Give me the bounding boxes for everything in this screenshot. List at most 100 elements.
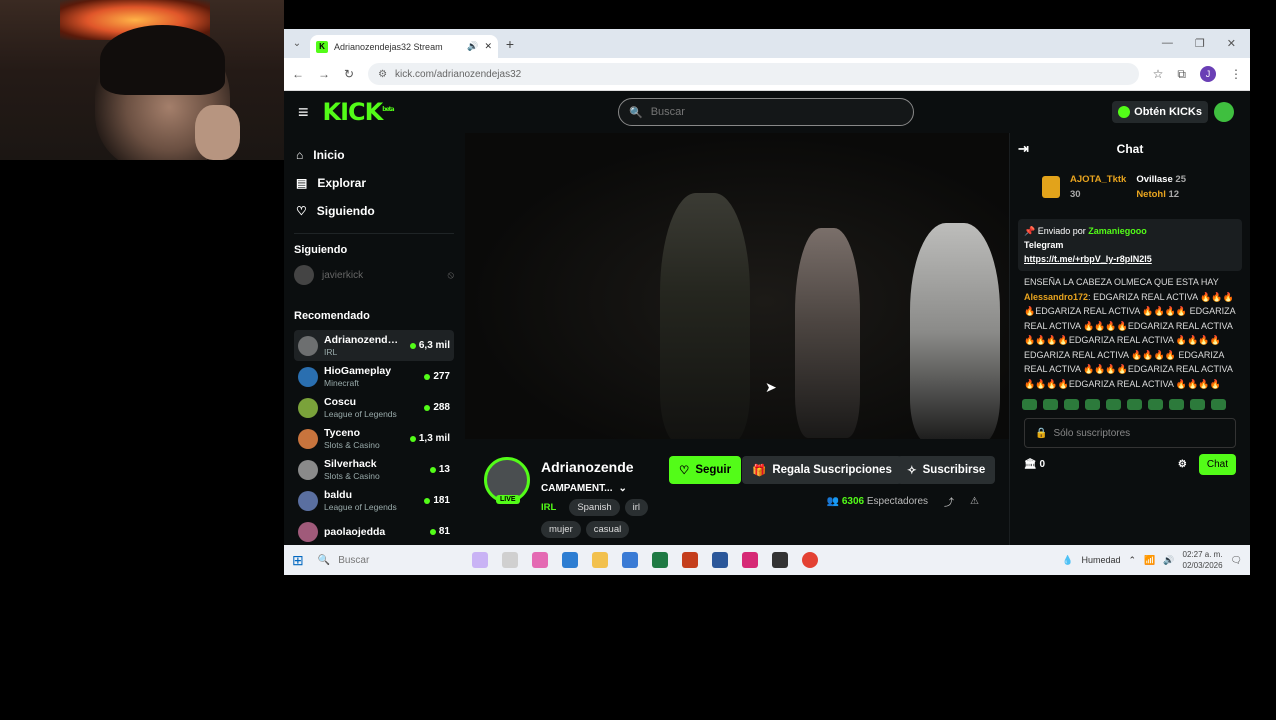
browser-menu-icon[interactable]: ⋮ xyxy=(1230,67,1242,81)
tag-chip[interactable]: mujer xyxy=(541,521,581,538)
volume-icon[interactable]: 🔊 xyxy=(1163,555,1174,566)
audio-icon[interactable]: 🔊 xyxy=(467,41,478,52)
system-tray: 💧 Humedad ⌃ 📶 🔊 02:27 a. m. 02/03/2026 🗨 xyxy=(1062,549,1242,571)
nav-following[interactable]: ♡ Siguiendo xyxy=(294,197,454,225)
maximize-icon[interactable]: ❐ xyxy=(1195,37,1205,50)
chat-username[interactable]: Alessandro172 xyxy=(1024,292,1088,302)
chrome-icon[interactable] xyxy=(801,552,818,568)
clock[interactable]: 02:27 a. m. 02/03/2026 xyxy=(1183,549,1223,571)
chat-settings-icon[interactable]: ⚙ xyxy=(1178,459,1187,470)
kick-logo[interactable]: KICKbeta xyxy=(323,98,395,126)
recommended-item[interactable]: Silverhack Slots & Casino 13 xyxy=(294,454,454,485)
channel-avatar xyxy=(298,335,318,356)
edge-icon[interactable] xyxy=(561,552,578,568)
tag-chip[interactable]: casual xyxy=(585,521,630,538)
leader-1[interactable]: AJOTA_Tktk 30 xyxy=(1070,172,1126,202)
following-item[interactable]: javierkick ⦸ xyxy=(294,264,454,286)
viewers-number: 6306 xyxy=(841,496,865,507)
tab-search-icon[interactable]: ⌄ xyxy=(284,38,310,49)
profile-avatar[interactable]: J xyxy=(1200,66,1216,82)
bookmark-star-icon[interactable]: ☆ xyxy=(1153,67,1164,81)
windows-start-icon[interactable]: ⊞ xyxy=(292,552,304,569)
network-icon[interactable]: 📶 xyxy=(1144,555,1155,566)
emote-icon[interactable] xyxy=(1064,399,1079,410)
tray-chevron-icon[interactable]: ⌃ xyxy=(1129,555,1137,566)
channel-avatar xyxy=(298,366,318,387)
recommended-item[interactable]: Tyceno Slots & Casino 1,3 mil xyxy=(294,423,454,454)
video-player[interactable]: ➤ xyxy=(465,133,1009,439)
minimize-icon[interactable]: — xyxy=(1162,37,1173,50)
copilot-icon[interactable] xyxy=(471,552,488,568)
send-chat-button[interactable]: Chat xyxy=(1198,454,1236,475)
tag-chip[interactable]: irl xyxy=(624,499,649,516)
emote-icon[interactable] xyxy=(1127,399,1142,410)
emote-icon[interactable] xyxy=(1148,399,1163,410)
sidebar: ⌂ Inicio ▤ Explorar ♡ Siguiendo Siguiendo j… xyxy=(284,133,464,545)
file-explorer-icon[interactable] xyxy=(591,552,608,568)
pinned-link[interactable]: https://t.me/+rbpV_ly-r8plN2l5 xyxy=(1024,254,1152,264)
weather-label[interactable]: Humedad xyxy=(1082,555,1121,565)
emote-icon[interactable] xyxy=(1106,399,1121,410)
pinned-by-user[interactable]: Zamaniegooo xyxy=(1088,226,1147,236)
store-icon[interactable] xyxy=(621,552,638,568)
subscribe-button[interactable]: ✧ Suscribirse xyxy=(897,456,996,484)
share-icon[interactable]: ⤴ xyxy=(944,494,954,509)
channel-name[interactable]: Adrianozende xyxy=(541,459,634,475)
follow-button[interactable]: ♡ Seguir xyxy=(669,456,742,484)
excel-icon[interactable] xyxy=(651,552,668,568)
recommended-item[interactable]: baldu League of Legends 181 xyxy=(294,485,454,516)
close-window-icon[interactable]: ✕ xyxy=(1227,37,1236,50)
gift-subs-button[interactable]: 🎁 Regala Suscripciones xyxy=(742,456,902,484)
user-avatar[interactable] xyxy=(1214,102,1234,122)
emote-icon[interactable] xyxy=(1211,399,1226,410)
taskbar-search[interactable]: 🔍 Buscar xyxy=(318,555,458,566)
word-icon[interactable] xyxy=(711,552,728,568)
notifications-icon[interactable]: 🗨 xyxy=(1231,555,1242,566)
url-field[interactable]: ⚙ kick.com/adrianozendejas32 xyxy=(368,63,1139,85)
copilot-app-icon[interactable] xyxy=(531,552,548,568)
tag-chip[interactable]: Spanish xyxy=(569,499,620,516)
powerpoint-icon[interactable] xyxy=(681,552,698,568)
get-kicks-button[interactable]: Obtén KICKs xyxy=(1112,101,1208,123)
close-tab-icon[interactable]: ✕ xyxy=(484,41,492,52)
live-dot-icon xyxy=(429,466,436,473)
browser-tab[interactable]: K Adrianozendejas32 Stream 🔊 ✕ xyxy=(310,35,498,58)
search-icon: 🔍 xyxy=(317,554,331,566)
recommended-item[interactable]: Coscu League of Legends 288 xyxy=(294,392,454,423)
task-view-icon[interactable] xyxy=(501,552,518,568)
forward-icon[interactable]: → xyxy=(318,67,330,81)
leader-2-3[interactable]: Ovillase 25 Netohl 12 xyxy=(1136,172,1186,202)
nav-explore[interactable]: ▤ Explorar xyxy=(294,169,454,197)
emote-icon[interactable] xyxy=(1043,399,1058,410)
collapse-chat-icon[interactable]: ⇥ xyxy=(1018,141,1029,157)
weather-icon: 💧 xyxy=(1062,554,1074,565)
menu-icon[interactable]: ≡ xyxy=(298,102,309,123)
recommended-item[interactable]: HioGameplay Minecraft 277 xyxy=(294,361,454,392)
emote-icon[interactable] xyxy=(1190,399,1205,410)
person-3 xyxy=(910,223,1000,439)
divider xyxy=(294,233,454,234)
channel-info: paolaojedda xyxy=(324,526,424,538)
browser-window: ⌄ K Adrianozendejas32 Stream 🔊 ✕ + — ❐ ✕… xyxy=(284,29,1250,575)
extensions-icon[interactable]: ⧉ xyxy=(1177,67,1186,82)
new-tab-button[interactable]: + xyxy=(498,36,522,52)
recommended-item[interactable]: Adrianozendejas32IRL 6,3 mil xyxy=(294,330,454,361)
url-text: kick.com/adrianozendejas32 xyxy=(395,68,522,80)
browse-icon: ▤ xyxy=(296,176,308,190)
category-link[interactable]: IRL xyxy=(541,499,564,516)
emote-icon[interactable] xyxy=(1022,399,1037,410)
emote-icon[interactable] xyxy=(1169,399,1184,410)
back-icon[interactable]: ← xyxy=(292,67,304,81)
search-input[interactable] xyxy=(650,106,903,118)
nav-home[interactable]: ⌂ Inicio xyxy=(294,141,454,169)
pinned-message[interactable]: 📌 Enviado por Zamaniegooo Telegram https… xyxy=(1018,219,1242,271)
instagram-icon[interactable] xyxy=(741,552,758,568)
stream-title[interactable]: CAMPAMENT... ⌄ xyxy=(541,483,627,494)
recommended-item[interactable]: paolaojedda 81 xyxy=(294,516,454,547)
emote-icon[interactable] xyxy=(1085,399,1100,410)
chat-input[interactable]: 🔒 Sólo suscriptores xyxy=(1024,418,1236,448)
obs-icon[interactable] xyxy=(771,552,788,568)
site-info-icon[interactable]: ⚙ xyxy=(378,69,387,80)
reload-icon[interactable]: ↻ xyxy=(344,67,354,81)
report-icon[interactable]: ⚠ xyxy=(970,496,979,507)
